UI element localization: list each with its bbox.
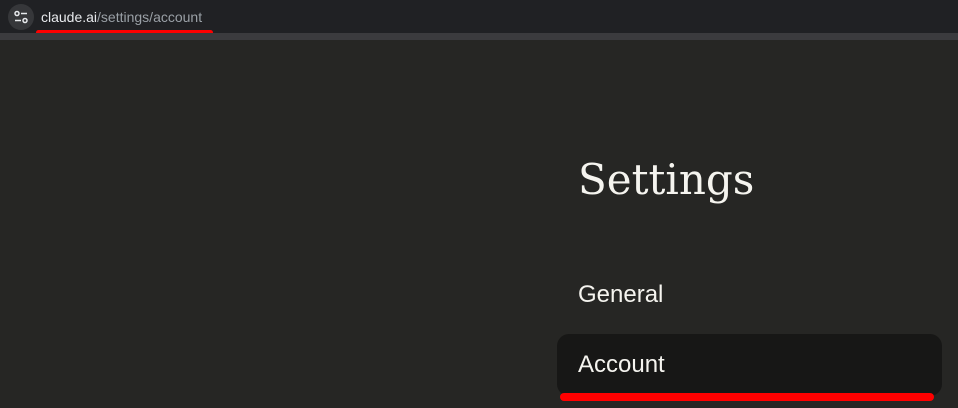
tune-icon [14,10,28,24]
url-domain: claude.ai [41,9,98,25]
browser-address-bar: claude.ai/settings/account [0,0,958,35]
url-path: /settings/account [97,9,203,25]
url-field[interactable]: claude.ai/settings/account [41,8,202,26]
nav-item-label: General [578,281,664,308]
nav-item-general[interactable]: General [557,264,942,326]
account-highlight-underline [560,393,934,401]
page-title: Settings [578,155,755,204]
nav-item-account[interactable]: Account [557,334,942,396]
nav-item-label: Account [578,351,665,378]
site-info-button[interactable] [8,4,34,30]
toolbar-divider [0,33,958,40]
